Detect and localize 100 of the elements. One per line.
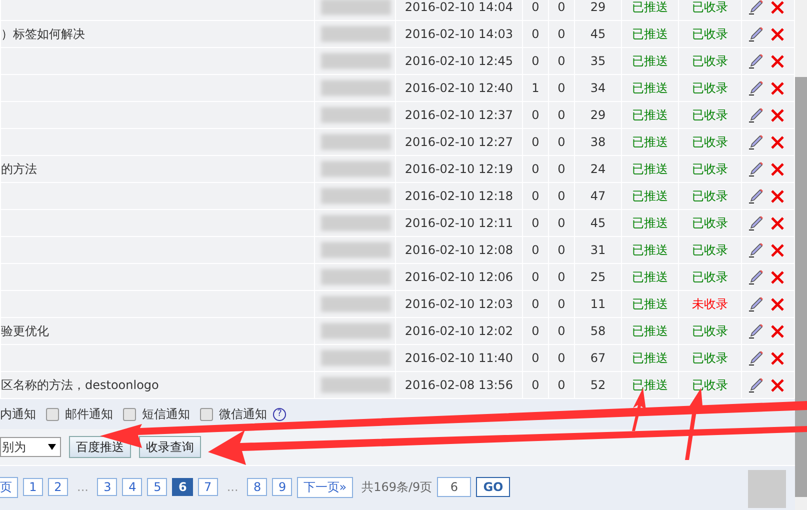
prev-page-link[interactable]: 页 [0, 476, 18, 498]
page-link[interactable]: 8 [247, 478, 268, 496]
push-status: 已推送 [632, 188, 668, 202]
category-select[interactable]: 别为 [0, 437, 61, 457]
delete-icon[interactable] [770, 296, 785, 312]
redacted-text [321, 80, 391, 96]
table-cell: 0 [558, 81, 566, 95]
index-status: 已收录 [692, 108, 728, 122]
pencil-icon[interactable] [748, 134, 764, 150]
pencil-icon[interactable] [748, 0, 764, 15]
go-button[interactable]: GO [476, 477, 510, 497]
pencil-icon[interactable] [748, 350, 764, 366]
table-cell: 24 [590, 162, 606, 176]
pencil-icon[interactable] [748, 80, 764, 96]
page-link[interactable]: 4 [122, 478, 142, 496]
redacted-text [321, 188, 391, 204]
pencil-icon[interactable] [748, 188, 764, 204]
redacted-text [321, 296, 391, 312]
table-cell: 0 [532, 216, 540, 230]
redacted-text [321, 269, 391, 285]
table-cell: 2016-02-10 14:04 [404, 0, 514, 14]
table-cell: 2016-02-10 12:08 [404, 243, 514, 257]
table-cell: 0 [532, 189, 540, 203]
index-status: 已收录 [692, 162, 728, 176]
table-cell: 29 [590, 108, 606, 122]
next-page-link[interactable]: 下一页» [297, 476, 353, 498]
delete-icon[interactable] [770, 0, 785, 14]
page-link[interactable]: 3 [97, 478, 118, 496]
delete-icon[interactable] [770, 134, 785, 150]
action-button[interactable]: 百度推送 [69, 436, 131, 458]
pencil-icon[interactable] [748, 215, 764, 231]
delete-icon[interactable] [770, 270, 785, 284]
page-link[interactable]: 6 [172, 478, 193, 496]
page-link[interactable]: 7 [198, 478, 218, 496]
redacted-text [321, 53, 391, 69]
table-cell: 0 [532, 135, 540, 149]
checkbox[interactable] [123, 408, 136, 420]
table-cell: 2016-02-10 12:03 [404, 297, 514, 311]
table-cell: 2016-02-10 12:06 [404, 270, 514, 284]
push-status: 已推送 [632, 108, 668, 122]
table-cell: 58 [590, 324, 606, 338]
delete-icon[interactable] [770, 26, 785, 42]
article-title: ）标签如何解决 [2, 26, 85, 40]
index-status: 已收录 [692, 188, 728, 202]
pencil-icon[interactable] [748, 269, 764, 285]
article-title: 区名称的方法，destoonlogo [2, 378, 159, 392]
scrollbar[interactable] [795, 0, 807, 510]
table-cell: 31 [590, 243, 606, 257]
delete-icon[interactable] [770, 188, 785, 204]
delete-icon[interactable] [770, 378, 785, 392]
table-cell: 2016-02-10 12:37 [404, 108, 514, 122]
page-input[interactable]: 6 [437, 477, 472, 497]
table-cell: 0 [558, 378, 566, 392]
page-link[interactable]: 1 [23, 478, 43, 496]
redacted-text [321, 350, 391, 366]
index-status: 已收录 [692, 216, 728, 230]
index-status: 已收录 [692, 134, 728, 148]
pencil-icon[interactable] [748, 323, 764, 339]
action-button[interactable]: 收录查询 [139, 436, 201, 458]
pencil-icon[interactable] [748, 161, 764, 177]
table-cell: 34 [590, 81, 606, 95]
index-status: 已收录 [692, 350, 728, 364]
index-status: 未收录 [692, 296, 728, 310]
checkbox-label: 邮件通知 [65, 406, 113, 422]
delete-icon[interactable] [770, 80, 785, 96]
redacted-text [321, 26, 391, 42]
pencil-icon[interactable] [748, 377, 764, 393]
index-status: 已收录 [692, 54, 728, 68]
index-status: 已收录 [692, 270, 728, 284]
page-link[interactable]: 2 [48, 478, 68, 496]
push-status: 已推送 [632, 378, 668, 392]
table-cell: 38 [590, 135, 606, 149]
pencil-icon[interactable] [748, 53, 764, 69]
redacted-text [321, 377, 391, 393]
pencil-icon[interactable] [748, 26, 764, 42]
delete-icon[interactable] [770, 108, 785, 122]
table-cell: 0 [532, 297, 540, 311]
pencil-icon[interactable] [748, 107, 764, 123]
delete-icon[interactable] [770, 242, 785, 258]
delete-icon[interactable] [770, 54, 785, 68]
table-cell: 1 [532, 81, 540, 95]
page-link[interactable]: 9 [272, 478, 292, 496]
notify-label: 内通知 [0, 406, 36, 422]
redacted-text [321, 0, 391, 15]
caret-icon [48, 444, 56, 450]
table-cell: 0 [558, 27, 566, 41]
checkbox[interactable] [46, 408, 59, 420]
checkbox[interactable] [200, 408, 213, 420]
pencil-icon[interactable] [748, 242, 764, 258]
page-link[interactable]: 5 [147, 478, 168, 496]
delete-icon[interactable] [770, 162, 785, 176]
table-cell: 2016-02-10 12:19 [404, 162, 514, 176]
pencil-icon[interactable] [748, 296, 764, 312]
help-icon[interactable]: ? [273, 408, 286, 420]
table-cell: 0 [532, 162, 540, 176]
table-cell: 35 [590, 54, 606, 68]
delete-icon[interactable] [770, 350, 785, 366]
table-cell: 0 [558, 189, 566, 203]
delete-icon[interactable] [770, 324, 785, 338]
delete-icon[interactable] [770, 216, 785, 230]
